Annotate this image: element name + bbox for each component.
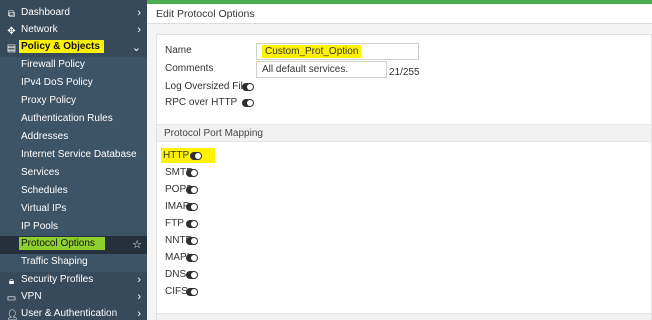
chevron-down-icon: ⌄: [131, 42, 141, 54]
protocol-label-dns: DNS: [165, 269, 187, 280]
sidebar-item-security-profiles[interactable]: 🔒︎ Security Profiles ›: [0, 272, 147, 290]
chevron-right-icon: ›: [137, 308, 141, 320]
sidebar-item-authentication-rules[interactable]: Authentication Rules: [0, 111, 147, 129]
comments-label: Comments: [165, 63, 214, 74]
chevron-right-icon: ›: [137, 274, 141, 286]
sidebar-item-services[interactable]: Services: [0, 165, 147, 183]
log-oversized-files-toggle[interactable]: [242, 83, 254, 91]
name-input-value: Custom_Prot_Option: [262, 45, 362, 58]
sidebar-item-traffic-shaping[interactable]: Traffic Shaping: [0, 254, 147, 272]
next-section-header: [157, 313, 651, 320]
sidebar-item-protocol-options[interactable]: Protocol Options ☆: [0, 236, 147, 254]
protocol-port-mapping-section: Protocol Port Mapping: [157, 124, 651, 142]
user-icon: 👤︎: [6, 309, 19, 320]
imap-toggle[interactable]: [186, 203, 198, 211]
comments-counter: 21/255: [389, 67, 420, 78]
sidebar-item-dashboard[interactable]: ⧉ Dashboard ›: [0, 5, 147, 23]
sidebar-item-user-authentication[interactable]: 👤︎ User & Authentication ›: [0, 306, 147, 320]
sidebar-item-internet-service-database[interactable]: Internet Service Database: [0, 147, 147, 165]
log-oversized-files-label: Log Oversized Files: [165, 81, 254, 92]
page-title: Edit Protocol Options: [156, 8, 255, 20]
chevron-right-icon: ›: [137, 24, 141, 36]
sidebar-item-firewall-policy[interactable]: Firewall Policy: [0, 57, 147, 75]
edit-form-panel: Name Custom_Prot_Option Comments All def…: [156, 34, 652, 320]
policy-icon: ▤: [6, 42, 17, 54]
ftp-toggle[interactable]: [186, 220, 198, 228]
protocol-label-cifs: CIFS: [165, 286, 188, 297]
section-title: Protocol Port Mapping: [164, 128, 263, 139]
comments-value: All default services.: [262, 64, 349, 75]
sidebar-item-proxy-policy[interactable]: Proxy Policy: [0, 93, 147, 111]
app-window: ⧉ Dashboard › ✥ Network › ▤ Policy & Obj…: [0, 0, 652, 320]
protocol-label-ftp: FTP: [165, 218, 184, 229]
vpn-icon: ▭: [6, 292, 17, 304]
http-toggle[interactable]: [190, 152, 202, 160]
rpc-over-http-toggle[interactable]: [242, 99, 254, 107]
chevron-right-icon: ›: [137, 7, 141, 19]
mapi-toggle[interactable]: [186, 254, 198, 262]
sidebar-item-network[interactable]: ✥ Network ›: [0, 22, 147, 40]
pop3-toggle[interactable]: [186, 186, 198, 194]
sidebar-item-addresses[interactable]: Addresses: [0, 129, 147, 147]
rpc-over-http-label: RPC over HTTP: [165, 97, 238, 108]
sidebar-item-ip-pools[interactable]: IP Pools: [0, 219, 147, 237]
chevron-right-icon: ›: [137, 291, 141, 303]
lock-icon: 🔒︎: [8, 275, 15, 287]
sidebar-item-policy-objects[interactable]: ▤ Policy & Objects ⌄: [0, 39, 147, 57]
sidebar: ⧉ Dashboard › ✥ Network › ▤ Policy & Obj…: [0, 0, 147, 320]
smtp-toggle[interactable]: [186, 169, 198, 177]
name-label: Name: [165, 45, 192, 56]
page-header: Edit Protocol Options: [147, 4, 652, 24]
network-icon: ✥: [7, 25, 16, 37]
comments-textarea[interactable]: All default services.: [256, 61, 387, 78]
cifs-toggle[interactable]: [186, 288, 198, 296]
name-input[interactable]: Custom_Prot_Option: [256, 43, 419, 60]
sidebar-item-schedules[interactable]: Schedules: [0, 183, 147, 201]
sidebar-item-label: Policy & Objects: [19, 40, 104, 53]
nntp-toggle[interactable]: [186, 237, 198, 245]
dashboard-icon: ⧉: [7, 8, 16, 20]
dns-toggle[interactable]: [186, 271, 198, 279]
sidebar-item-virtual-ips[interactable]: Virtual IPs: [0, 201, 147, 219]
sidebar-item-label: Protocol Options: [19, 237, 105, 250]
content-area: Name Custom_Prot_Option Comments All def…: [147, 24, 652, 320]
star-icon[interactable]: ☆: [132, 238, 142, 251]
sidebar-item-vpn[interactable]: ▭ VPN ›: [0, 289, 147, 307]
sidebar-item-ipv4-dos-policy[interactable]: IPv4 DoS Policy: [0, 75, 147, 93]
